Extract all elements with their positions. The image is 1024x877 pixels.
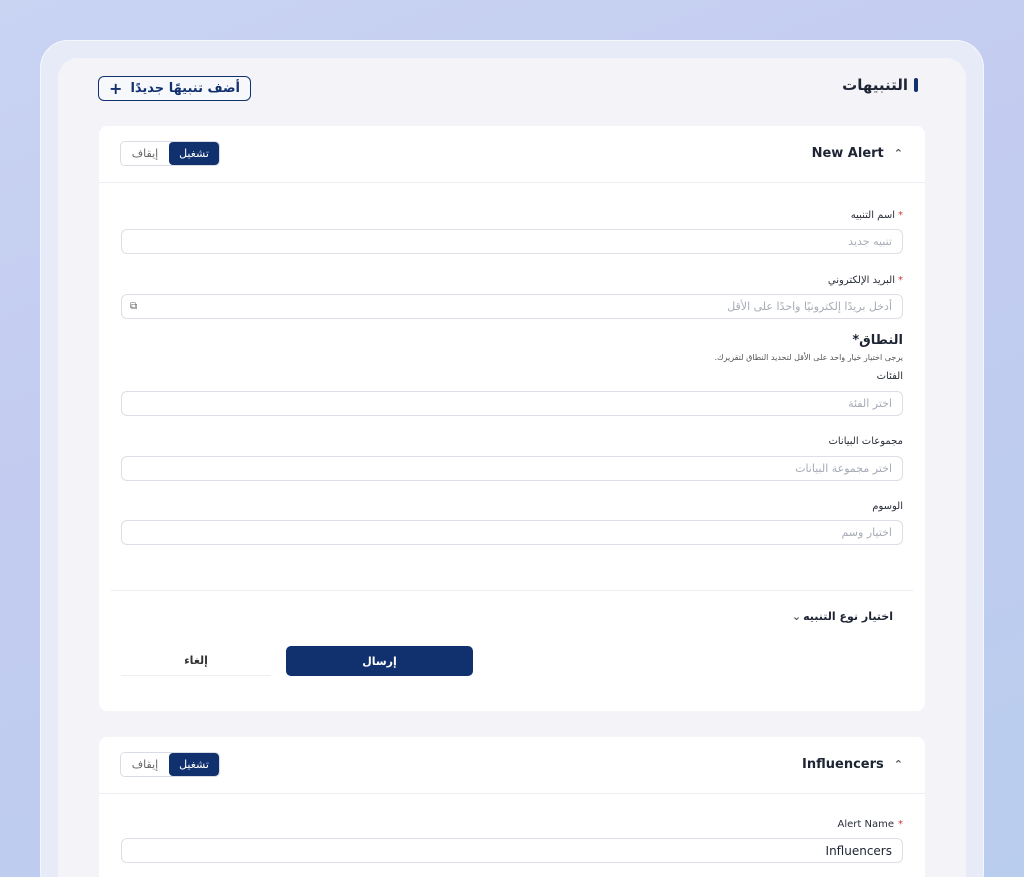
page-header: التنبيهات أضف تنبيهًا جديدًا + [98, 74, 918, 102]
alert-card-influencers: Influencers ⌃ إيقاف تشغيل Alert Name * In… [99, 737, 925, 877]
email-placeholder: أدخل بريدًا إلكترونيًا واحدًا على الأقل [727, 300, 892, 313]
toggle-on-option[interactable]: تشغيل [169, 753, 219, 776]
alert-type-select[interactable]: اختيار نوع التنبيه ⌄ [792, 610, 893, 623]
category-placeholder: اختر الفئة [848, 397, 892, 410]
category-select[interactable]: اختر الفئة [121, 391, 903, 416]
alert-title-text: Influencers [802, 757, 884, 772]
alert-card-header[interactable]: New Alert ⌃ إيقاف تشغيل [99, 126, 925, 183]
required-mark: * [898, 275, 903, 286]
page-title: التنبيهات [842, 76, 918, 94]
plus-icon: + [109, 79, 123, 98]
required-mark: * [898, 210, 903, 221]
alert-name-input[interactable]: تنبيه جديد [121, 229, 903, 254]
toggle-on-option[interactable]: تشغيل [169, 142, 219, 165]
category-label: الفئات [876, 371, 903, 382]
dataset-label: مجموعات البيانات [828, 436, 903, 447]
alert-title-text: New Alert [811, 146, 884, 161]
add-alert-label: أضف تنبيهًا جديدًا [130, 81, 240, 96]
chevron-up-icon[interactable]: ⌃ [894, 758, 903, 771]
tags-label: الوسوم [872, 501, 903, 512]
copy-icon[interactable]: ⧉ [130, 301, 137, 312]
chevron-down-icon: ⌄ [791, 610, 802, 623]
email-label: *البريد الإلكتروني [827, 275, 903, 286]
alert-name-label: Alert Name * [837, 819, 903, 830]
alert-name-value: Influencers [825, 843, 892, 858]
scope-title: النطاق* [852, 333, 903, 348]
alert-name-label: *اسم التنبيه [850, 210, 903, 221]
cancel-button[interactable]: إلغاء [121, 646, 271, 676]
status-toggle[interactable]: إيقاف تشغيل [120, 141, 220, 166]
form-divider [111, 590, 913, 591]
tags-select[interactable]: اختيار وسم [121, 520, 903, 545]
title-accent-bar [914, 78, 918, 92]
alert-card-title: Influencers ⌃ [802, 757, 903, 772]
toggle-off-option[interactable]: إيقاف [121, 142, 169, 165]
alert-card-new-alert: New Alert ⌃ إيقاف تشغيل *اسم التنبيه تنب… [99, 126, 925, 711]
dataset-placeholder: اختر مجموعة البيانات [795, 462, 892, 475]
scope-hint: يرجى اختيار خيار واحد على الأقل لتحديد ا… [714, 353, 903, 362]
add-alert-button[interactable]: أضف تنبيهًا جديدًا + [98, 76, 251, 101]
status-toggle[interactable]: إيقاف تشغيل [120, 752, 220, 777]
alert-name-input[interactable]: Influencers [121, 838, 903, 863]
alert-type-label: اختيار نوع التنبيه [803, 610, 893, 623]
tags-placeholder: اختيار وسم [841, 526, 892, 539]
submit-button[interactable]: إرسال [286, 646, 473, 676]
dataset-select[interactable]: اختر مجموعة البيانات [121, 456, 903, 481]
required-mark: * [898, 819, 903, 830]
chevron-up-icon[interactable]: ⌃ [894, 147, 903, 160]
page-title-text: التنبيهات [842, 76, 908, 94]
alert-card-title: New Alert ⌃ [812, 146, 903, 161]
alert-card-header[interactable]: Influencers ⌃ إيقاف تشغيل [99, 737, 925, 794]
email-input[interactable]: أدخل بريدًا إلكترونيًا واحدًا على الأقل … [121, 294, 903, 319]
toggle-off-option[interactable]: إيقاف [121, 753, 169, 776]
alert-name-placeholder: تنبيه جديد [848, 235, 892, 248]
